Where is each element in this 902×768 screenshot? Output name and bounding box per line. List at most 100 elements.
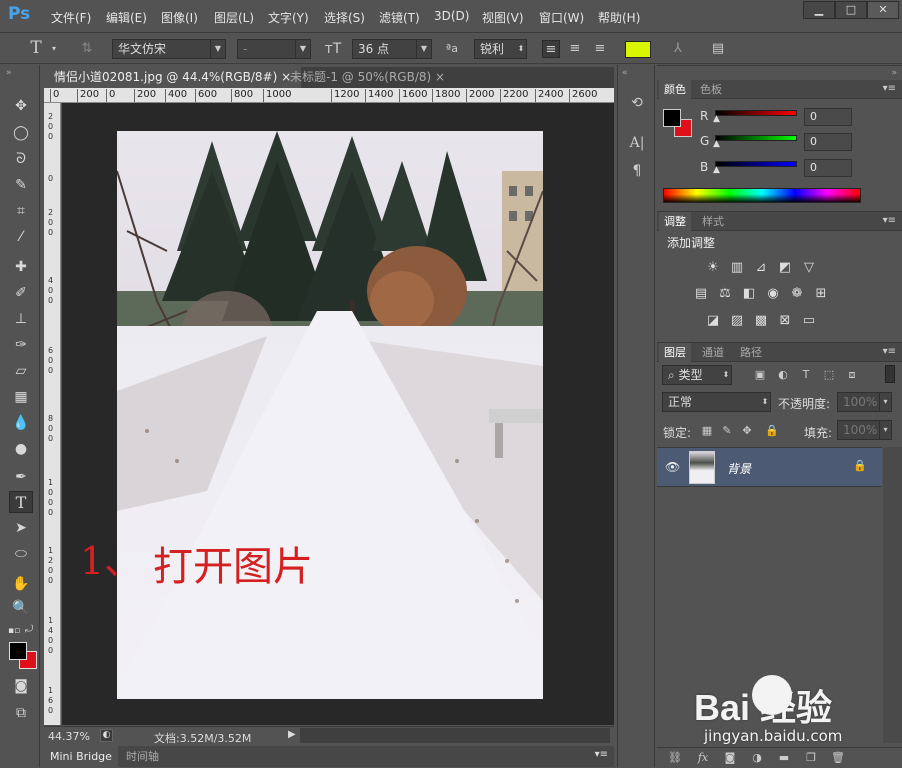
blend-mode-select[interactable]: 正常 ⬍ — [662, 392, 771, 412]
threshold-icon[interactable]: ▩ — [752, 312, 770, 330]
brightness-icon[interactable]: ☀ — [704, 259, 722, 277]
hue-saturation-icon[interactable]: ▤ — [692, 285, 710, 303]
tab-timeline[interactable]: 时间轴 — [124, 746, 161, 767]
panel-menu-icon[interactable]: ▾≡ — [883, 215, 896, 226]
shape-tool-icon[interactable]: ⬭ — [9, 543, 33, 565]
tab-paths[interactable]: 路径 — [735, 343, 767, 362]
vibrance-icon[interactable]: ▽ — [800, 259, 818, 277]
blur-tool-icon[interactable]: 💧 — [9, 412, 33, 434]
foreground-color-swatch[interactable] — [663, 109, 681, 127]
menu-view[interactable]: 视图(V) — [482, 9, 524, 26]
tab-mini-bridge[interactable]: Mini Bridge — [44, 746, 118, 767]
exposure-icon[interactable]: ◩ — [776, 259, 794, 277]
channel-mixer-icon[interactable]: ❁ — [788, 285, 806, 303]
filter-adjust-icon[interactable]: ◐ — [775, 367, 791, 383]
panel-menu-icon[interactable]: ▾≡ — [883, 83, 896, 94]
channel-g-slider[interactable] — [715, 135, 797, 141]
delete-layer-icon[interactable]: 🗑 — [830, 750, 846, 766]
swap-colors-icon[interactable]: ⤾ — [25, 624, 33, 635]
color-lookup-icon[interactable]: ⊞ — [812, 285, 830, 303]
font-style-select[interactable]: - ▼ — [237, 39, 311, 59]
menu-select[interactable]: 选择(S) — [324, 9, 365, 26]
tab-layers[interactable]: 图层 — [659, 343, 691, 362]
levels-icon[interactable]: ▥ — [728, 259, 746, 277]
eyedropper-tool-icon[interactable]: ⁄ — [9, 226, 33, 248]
slider-thumb-icon[interactable]: ▲ — [713, 114, 720, 124]
filter-type-icon[interactable]: T — [798, 367, 814, 383]
filter-smart-icon[interactable]: ⧈ — [844, 367, 860, 383]
quick-select-tool-icon[interactable]: ✎ — [9, 174, 33, 196]
channel-g-input[interactable]: 0 — [804, 133, 852, 151]
new-layer-icon[interactable]: ❐ — [803, 750, 819, 766]
black-white-icon[interactable]: ◧ — [740, 285, 758, 303]
menu-image[interactable]: 图像(I) — [161, 9, 198, 26]
fill-input[interactable]: 100% ▾ — [837, 420, 892, 440]
gradient-map-icon[interactable]: ▭ — [800, 312, 818, 330]
tab-styles[interactable]: 样式 — [697, 212, 729, 231]
tab-channels[interactable]: 通道 — [697, 343, 729, 362]
close-icon[interactable]: × — [435, 70, 445, 84]
panel-menu-icon[interactable]: ▾≡ — [883, 346, 896, 357]
gradient-tool-icon[interactable]: ▦ — [9, 386, 33, 408]
align-right-icon[interactable]: ≡ — [591, 40, 609, 58]
status-menu-icon[interactable]: ◐ — [100, 729, 113, 742]
invert-icon[interactable]: ◪ — [704, 312, 722, 330]
document-tab-active[interactable]: 情侣小道02081.jpg @ 44.4%(RGB/8#) × — [44, 67, 302, 88]
default-colors-icon[interactable]: ▪▫ — [8, 626, 20, 636]
link-layers-icon[interactable]: ⛓ — [667, 750, 683, 766]
menu-window[interactable]: 窗口(W) — [539, 9, 584, 26]
pen-tool-icon[interactable]: ✒ — [9, 466, 33, 488]
collapse-icon[interactable]: » — [891, 68, 897, 78]
channel-r-input[interactable]: 0 — [804, 108, 852, 126]
lock-pixels-icon[interactable]: ✎ — [719, 423, 735, 439]
character-panel-icon[interactable]: ▤ — [709, 40, 727, 58]
minimize-button[interactable]: ▁ — [803, 1, 835, 19]
menu-layer[interactable]: 图层(L) — [214, 9, 254, 26]
filter-shape-icon[interactable]: ⬚ — [821, 367, 837, 383]
move-tool-icon[interactable]: ✥ — [9, 95, 33, 117]
foreground-color-swatch[interactable] — [9, 642, 27, 660]
text-color-swatch[interactable] — [625, 41, 651, 58]
layer-filter-select[interactable]: ⌕ 类型 ⬍ — [662, 365, 732, 385]
play-arrow-icon[interactable]: ▶ — [288, 729, 296, 740]
align-center-icon[interactable]: ≡ — [566, 40, 584, 58]
healing-brush-tool-icon[interactable]: ✚ — [9, 256, 33, 278]
curves-icon[interactable]: ⊿ — [752, 259, 770, 277]
photo-filter-icon[interactable]: ◉ — [764, 285, 782, 303]
horizontal-scrollbar[interactable] — [300, 728, 610, 743]
maximize-button[interactable]: □ — [835, 1, 867, 19]
collapse-icon[interactable]: » — [6, 68, 12, 78]
font-family-select[interactable]: 华文仿宋 ▼ — [112, 39, 226, 59]
menu-edit[interactable]: 编辑(E) — [106, 9, 147, 26]
zoom-tool-icon[interactable]: 🔍 — [9, 597, 33, 619]
new-adjustment-icon[interactable]: ◑ — [749, 750, 765, 766]
layer-name[interactable]: 背景 — [727, 460, 751, 477]
history-panel-icon[interactable]: ⟲ — [627, 93, 647, 113]
menu-filter[interactable]: 滤镜(T) — [379, 9, 420, 26]
layer-row[interactable]: 👁 背景 🔒 — [657, 447, 882, 487]
tab-adjustments[interactable]: 调整 — [659, 212, 691, 231]
paragraph-panel-icon[interactable]: ¶ — [627, 161, 647, 181]
filter-toggle[interactable] — [885, 365, 895, 383]
eraser-tool-icon[interactable]: ▱ — [9, 360, 33, 382]
zoom-level[interactable]: 44.37% — [48, 730, 90, 743]
path-select-tool-icon[interactable]: ➤ — [9, 517, 33, 539]
filter-pixel-icon[interactable]: ▣ — [752, 367, 768, 383]
lock-all-icon[interactable]: 🔒 — [764, 423, 780, 439]
tab-color[interactable]: 颜色 — [659, 80, 691, 99]
antialias-select[interactable]: 锐利 ⬍ — [474, 39, 527, 59]
panel-menu-icon[interactable]: ▾≡ — [595, 749, 608, 760]
marquee-tool-icon[interactable]: ◯ — [9, 122, 33, 144]
lock-transparency-icon[interactable]: ▦ — [699, 423, 715, 439]
fx-icon[interactable]: fx — [695, 750, 711, 766]
lock-position-icon[interactable]: ✥ — [739, 423, 755, 439]
document-tab[interactable]: 未标题-1 @ 50%(RGB/8) × — [280, 67, 455, 88]
tab-swatches[interactable]: 色板 — [695, 80, 727, 99]
type-tool-icon[interactable]: T — [9, 491, 33, 513]
type-tool-icon[interactable]: T — [27, 39, 45, 57]
menu-3d[interactable]: 3D(D) — [434, 9, 469, 23]
dodge-tool-icon[interactable]: ● — [9, 438, 33, 460]
color-spectrum-bar[interactable] — [663, 188, 861, 203]
expand-icon[interactable]: « — [622, 68, 628, 78]
tool-preset-dropdown[interactable]: ▾ — [52, 44, 56, 53]
